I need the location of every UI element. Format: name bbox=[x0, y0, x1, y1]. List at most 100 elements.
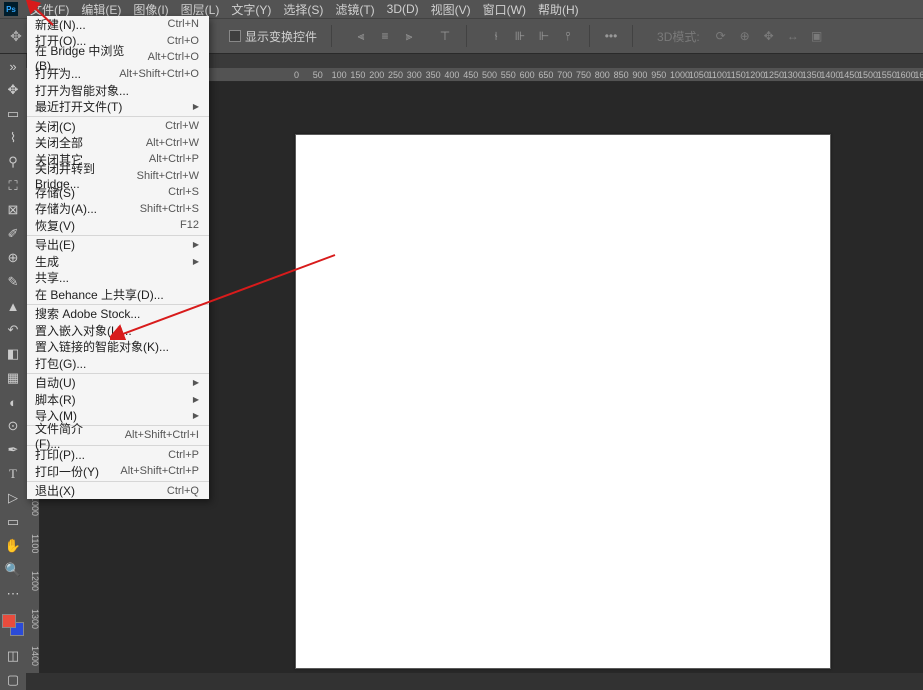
lasso-tool[interactable]: ⌇ bbox=[3, 128, 23, 148]
file-menu-item[interactable]: 最近打开文件(T) bbox=[27, 99, 209, 116]
align-right-icon[interactable]: ⫸ bbox=[398, 25, 420, 47]
menu-3d[interactable]: 3D(D) bbox=[381, 0, 425, 18]
file-menu-item[interactable]: 关闭全部Alt+Ctrl+W bbox=[27, 135, 209, 152]
file-menu-item[interactable]: 存储(S)Ctrl+S bbox=[27, 184, 209, 201]
hand-tool[interactable]: ✋ bbox=[3, 536, 23, 556]
zoom-tool[interactable]: 🔍 bbox=[3, 560, 23, 580]
distribute-v-icon[interactable]: ⫮ bbox=[485, 25, 507, 47]
file-menu-item[interactable]: 关闭(C)Ctrl+W bbox=[27, 118, 209, 135]
file-menu-item[interactable]: 打开为...Alt+Shift+Ctrl+O bbox=[27, 66, 209, 83]
file-menu-item[interactable]: 共享... bbox=[27, 270, 209, 287]
file-menu-item[interactable]: 导出(E) bbox=[27, 237, 209, 254]
menu-item-label: 存储为(A)... bbox=[35, 200, 97, 217]
menu-item-label: 生成 bbox=[35, 253, 59, 270]
align-center-h-icon[interactable]: ≡ bbox=[374, 25, 396, 47]
file-menu-item[interactable]: 置入链接的智能对象(K)... bbox=[27, 339, 209, 356]
path-select-tool[interactable]: ▷ bbox=[3, 488, 23, 508]
canvas-document[interactable] bbox=[295, 134, 831, 669]
ruler-tick: 450 bbox=[463, 68, 478, 82]
file-menu-item[interactable]: 自动(U) bbox=[27, 375, 209, 392]
menu-item-label: 打开为... bbox=[35, 65, 81, 82]
marquee-tool[interactable]: ▭ bbox=[3, 104, 23, 124]
ruler-tick: 1400 bbox=[26, 646, 40, 666]
menu-window[interactable]: 窗口(W) bbox=[477, 0, 532, 20]
align-left-icon[interactable]: ⫷ bbox=[350, 25, 372, 47]
menu-item-label: 在 Behance 上共享(D)... bbox=[35, 286, 164, 303]
distribute-h-icon[interactable]: ⊪ bbox=[509, 25, 531, 47]
menu-item-label: 置入嵌入对象(L)... bbox=[35, 322, 132, 339]
file-menu-item[interactable]: 退出(X)Ctrl+Q bbox=[27, 483, 209, 500]
ruler-tick: 1300 bbox=[783, 68, 803, 82]
file-menu-item[interactable]: 搜索 Adobe Stock... bbox=[27, 306, 209, 323]
file-menu-item[interactable]: 在 Bridge 中浏览(B)...Alt+Ctrl+O bbox=[27, 49, 209, 66]
file-menu-item[interactable]: 文件简介(F)...Alt+Shift+Ctrl+I bbox=[27, 427, 209, 444]
more-options-icon[interactable]: ••• bbox=[600, 25, 622, 47]
file-menu-item[interactable]: 打印一份(Y)Alt+Shift+Ctrl+P bbox=[27, 463, 209, 480]
3d-slide-icon[interactable]: ↔ bbox=[782, 25, 804, 47]
shape-tool[interactable]: ▭ bbox=[3, 512, 23, 532]
ruler-tick: 1200 bbox=[745, 68, 765, 82]
screenmode-tool[interactable]: ▢ bbox=[3, 670, 23, 690]
align-top-icon[interactable]: ⊤ bbox=[434, 25, 456, 47]
3d-orbit-icon[interactable]: ⟳ bbox=[710, 25, 732, 47]
quick-select-tool[interactable]: ⚲ bbox=[3, 152, 23, 172]
distribute-3-icon[interactable]: ⊩ bbox=[533, 25, 555, 47]
handles-icon[interactable]: » bbox=[3, 56, 23, 76]
file-menu-item[interactable]: 脚本(R) bbox=[27, 391, 209, 408]
menu-select[interactable]: 选择(S) bbox=[277, 0, 329, 20]
dodge-tool[interactable]: ⊙ bbox=[3, 416, 23, 436]
gradient-tool[interactable]: ▦ bbox=[3, 368, 23, 388]
move-tool-icon[interactable]: ✥ bbox=[4, 24, 28, 48]
edit-toolbar-icon[interactable]: ⋯ bbox=[3, 584, 23, 604]
menu-item-label: 置入链接的智能对象(K)... bbox=[35, 338, 169, 355]
history-brush-tool[interactable]: ↶ bbox=[3, 320, 23, 340]
menu-item-shortcut: Alt+Ctrl+O bbox=[148, 51, 199, 63]
menu-filter[interactable]: 滤镜(T) bbox=[329, 0, 380, 20]
brush-tool[interactable]: ✎ bbox=[3, 272, 23, 292]
frame-tool[interactable]: ⊠ bbox=[3, 200, 23, 220]
ruler-tick: 1650 bbox=[914, 68, 923, 82]
file-menu-item[interactable]: 存储为(A)...Shift+Ctrl+S bbox=[27, 201, 209, 218]
menu-type[interactable]: 文字(Y) bbox=[225, 0, 277, 20]
file-menu-item[interactable]: 打开为智能对象... bbox=[27, 82, 209, 99]
3d-roll-icon[interactable]: ⊕ bbox=[734, 25, 756, 47]
file-menu-item[interactable]: 恢复(V)F12 bbox=[27, 217, 209, 234]
stamp-tool[interactable]: ▲ bbox=[3, 296, 23, 316]
color-swatches[interactable] bbox=[2, 614, 24, 636]
file-menu-item[interactable]: 打包(G)... bbox=[27, 355, 209, 372]
eyedropper-tool[interactable]: ✐ bbox=[3, 224, 23, 244]
ruler-tick: 800 bbox=[595, 68, 610, 82]
fg-color-swatch[interactable] bbox=[2, 614, 16, 628]
menu-item-label: 打包(G)... bbox=[35, 355, 86, 372]
blur-tool[interactable]: ◐ bbox=[3, 392, 23, 412]
menu-item-label: 退出(X) bbox=[35, 482, 75, 499]
menu-item-shortcut: Alt+Shift+Ctrl+P bbox=[120, 465, 199, 477]
healing-tool[interactable]: ⊕ bbox=[3, 248, 23, 268]
type-tool[interactable]: T bbox=[3, 464, 23, 484]
menu-help[interactable]: 帮助(H) bbox=[532, 0, 585, 20]
menu-view[interactable]: 视图(V) bbox=[425, 0, 477, 20]
menu-item-shortcut: Alt+Ctrl+W bbox=[146, 137, 199, 149]
ruler-tick: 1100 bbox=[708, 68, 727, 82]
auto-select-checkbox[interactable]: 显示变换控件 bbox=[229, 28, 317, 45]
3d-camera-icon[interactable]: ▣ bbox=[806, 25, 828, 47]
ps-logo-icon: Ps bbox=[4, 2, 18, 16]
ruler-tick: 350 bbox=[426, 68, 441, 82]
mode-3d-label: 3D模式: bbox=[657, 28, 700, 45]
file-menu-item[interactable]: 在 Behance 上共享(D)... bbox=[27, 286, 209, 303]
file-menu-item[interactable]: 新建(N)...Ctrl+N bbox=[27, 16, 209, 33]
distribute-4-icon[interactable]: ⫯ bbox=[557, 25, 579, 47]
move-tool[interactable]: ✥ bbox=[3, 80, 23, 100]
quickmask-tool[interactable]: ◫ bbox=[3, 646, 23, 666]
file-menu-item[interactable]: 关闭并转到 Bridge...Shift+Ctrl+W bbox=[27, 168, 209, 185]
eraser-tool[interactable]: ◧ bbox=[3, 344, 23, 364]
ruler-tick: 250 bbox=[388, 68, 403, 82]
file-menu-item[interactable]: 置入嵌入对象(L)... bbox=[27, 322, 209, 339]
pen-tool[interactable]: ✒ bbox=[3, 440, 23, 460]
file-menu-item[interactable]: 打印(P)...Ctrl+P bbox=[27, 447, 209, 464]
ruler-tick: 1200 bbox=[26, 571, 40, 591]
crop-tool[interactable]: ⛶ bbox=[3, 176, 23, 196]
3d-pan-icon[interactable]: ✥ bbox=[758, 25, 780, 47]
file-menu-item[interactable]: 生成 bbox=[27, 253, 209, 270]
separator bbox=[632, 25, 633, 47]
